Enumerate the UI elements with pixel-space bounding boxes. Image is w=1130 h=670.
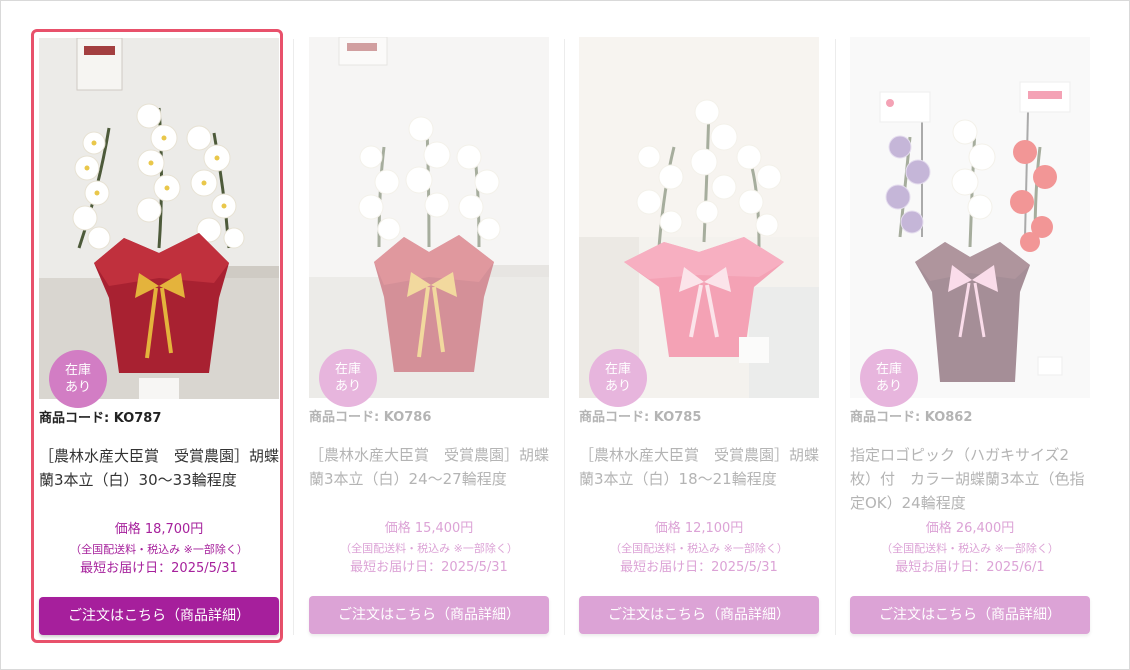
product-title[interactable]: ［農林水産大臣賞 受賞農園］胡蝶蘭3本立（白）24〜27輪程度 <box>309 443 549 491</box>
product-card-ko862[interactable]: 在庫 あり 商品コード: KO862 指定ロゴピック（ハガキサイズ2枚）付 カラ… <box>843 29 1095 643</box>
product-title[interactable]: ［農林水産大臣賞 受賞農園］胡蝶蘭3本立（白）18〜21輪程度 <box>579 443 819 491</box>
shipping-note: （全国配送料・税込み ※一部除く） <box>340 542 518 555</box>
price-info: 価格 15,400円 （全国配送料・税込み ※一部除く） 最短お届け日：2025… <box>309 519 549 578</box>
delivery-date: 最短お届け日：2025/5/31 <box>80 561 238 576</box>
divider <box>293 39 294 635</box>
in-stock-badge: 在庫 あり <box>860 349 918 407</box>
product-image[interactable] <box>309 37 549 398</box>
shipping-note: （全国配送料・税込み ※一部除く） <box>881 542 1059 555</box>
product-title[interactable]: 指定ロゴピック（ハガキサイズ2枚）付 カラー胡蝶蘭3本立（色指定OK）24輪程度 <box>850 443 1090 515</box>
product-card-ko786[interactable]: 在庫 あり 商品コード: KO786 ［農林水産大臣賞 受賞農園］胡蝶蘭3本立（… <box>302 29 554 643</box>
price: 価格 18,700円 <box>114 522 204 537</box>
order-button[interactable]: ご注文はこちら（商品詳細） <box>309 596 549 634</box>
product-code: 商品コード: KO785 <box>579 410 702 425</box>
delivery-date: 最短お届け日：2025/5/31 <box>350 560 508 575</box>
divider <box>564 39 565 635</box>
price-info: 価格 18,700円 （全国配送料・税込み ※一部除く） 最短お届け日：2025… <box>39 520 279 579</box>
product-card-ko787[interactable]: 在庫 あり 商品コード: KO787 ［農林水産大臣賞 受賞農園］胡蝶蘭3本立（… <box>31 29 283 643</box>
shipping-note: （全国配送料・税込み ※一部除く） <box>610 542 788 555</box>
product-image[interactable] <box>579 37 819 398</box>
price: 価格 15,400円 <box>384 521 474 536</box>
product-list-panel: 在庫 あり 商品コード: KO787 ［農林水産大臣賞 受賞農園］胡蝶蘭3本立（… <box>0 0 1130 670</box>
price-info: 価格 26,400円 （全国配送料・税込み ※一部除く） 最短お届け日：2025… <box>850 519 1090 578</box>
order-button[interactable]: ご注文はこちら（商品詳細） <box>39 597 279 635</box>
product-code: 商品コード: KO862 <box>850 410 973 425</box>
product-code: 商品コード: KO787 <box>39 411 162 426</box>
product-code: 商品コード: KO786 <box>309 410 432 425</box>
product-image[interactable] <box>39 38 279 399</box>
in-stock-badge: 在庫 あり <box>319 349 377 407</box>
order-button[interactable]: ご注文はこちら（商品詳細） <box>579 596 819 634</box>
price: 価格 26,400円 <box>925 521 1015 536</box>
order-button[interactable]: ご注文はこちら（商品詳細） <box>850 596 1090 634</box>
product-card-ko785[interactable]: 在庫 あり 商品コード: KO785 ［農林水産大臣賞 受賞農園］胡蝶蘭3本立（… <box>572 29 824 643</box>
divider <box>835 39 836 635</box>
product-title[interactable]: ［農林水産大臣賞 受賞農園］胡蝶蘭3本立（白）30〜33輪程度 <box>39 444 279 492</box>
price: 価格 12,100円 <box>654 521 744 536</box>
delivery-date: 最短お届け日：2025/6/1 <box>895 560 1045 575</box>
in-stock-badge: 在庫 あり <box>49 350 107 408</box>
in-stock-badge: 在庫 あり <box>589 349 647 407</box>
shipping-note: （全国配送料・税込み ※一部除く） <box>70 543 248 556</box>
price-info: 価格 12,100円 （全国配送料・税込み ※一部除く） 最短お届け日：2025… <box>579 519 819 578</box>
delivery-date: 最短お届け日：2025/5/31 <box>620 560 778 575</box>
product-image[interactable] <box>850 37 1090 398</box>
